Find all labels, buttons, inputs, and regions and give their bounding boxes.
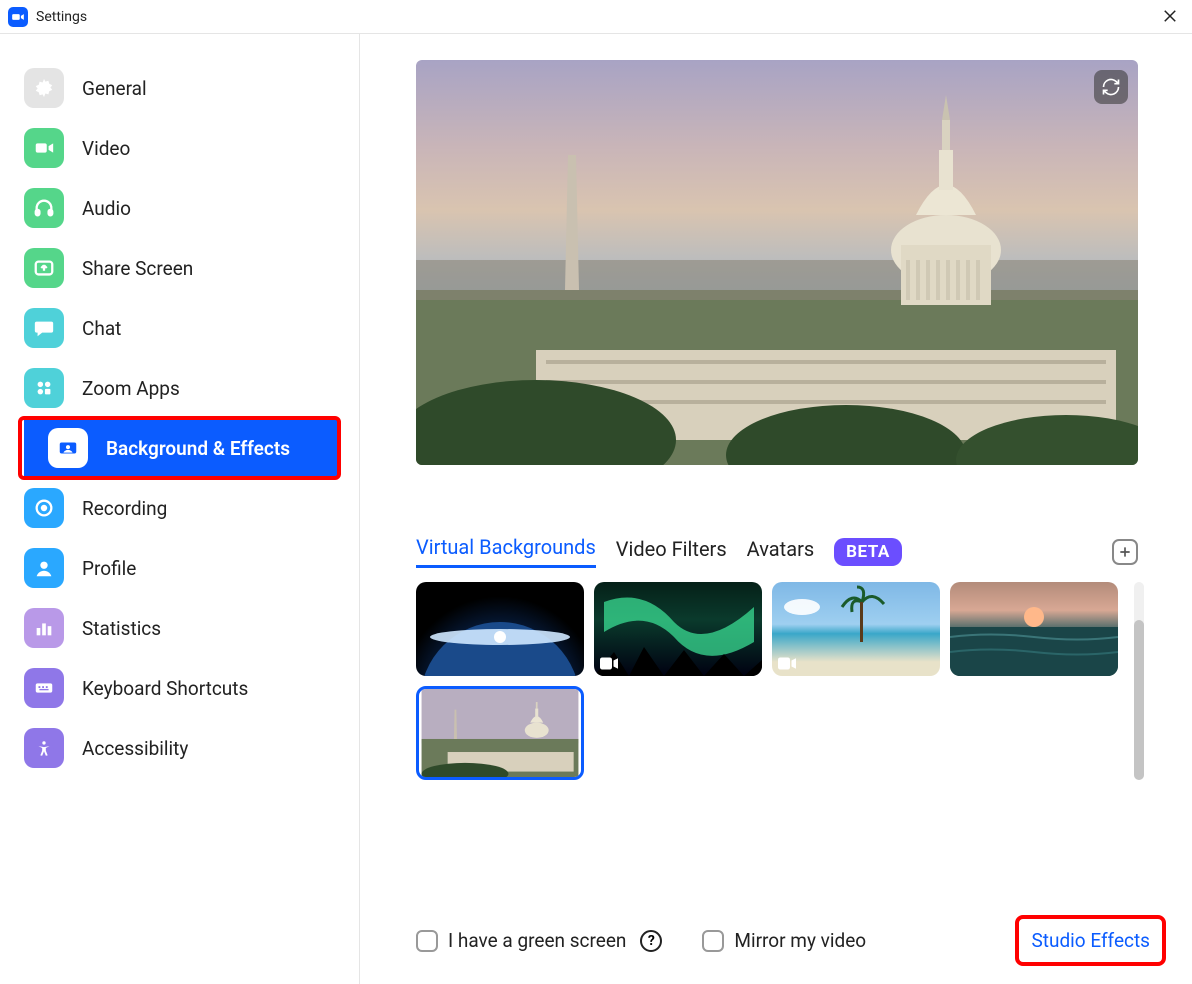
sidebar-item-label: Profile (82, 557, 136, 580)
zoom-app-icon (8, 7, 28, 27)
background-thumbnails (416, 582, 1128, 780)
video-indicator-icon (600, 657, 618, 670)
sidebar-item-statistics[interactable]: Statistics (0, 598, 359, 658)
accessibility-icon (24, 728, 64, 768)
headphones-icon (24, 188, 64, 228)
profile-icon (24, 548, 64, 588)
sidebar-item-label: Accessibility (82, 737, 188, 760)
background-thumb-aurora[interactable] (594, 582, 762, 676)
sidebar-item-label: Zoom Apps (82, 377, 180, 400)
apps-icon (24, 368, 64, 408)
sidebar-item-share-screen[interactable]: Share Screen (0, 238, 359, 298)
sidebar-item-label: Audio (82, 197, 131, 220)
green-screen-checkbox[interactable] (416, 930, 438, 952)
studio-effects-button[interactable]: Studio Effects (1019, 919, 1162, 962)
sidebar-item-label: Share Screen (82, 257, 193, 280)
recording-icon (24, 488, 64, 528)
sidebar-item-label: Video (82, 137, 130, 160)
mirror-video-checkbox[interactable] (702, 930, 724, 952)
chat-icon (24, 308, 64, 348)
share-screen-icon (24, 248, 64, 288)
sidebar-item-label: Background & Effects (106, 437, 290, 460)
close-button[interactable] (1158, 4, 1182, 28)
studio-effects-label: Studio Effects (1031, 929, 1150, 952)
video-indicator-icon (778, 657, 796, 670)
tab-video-filters[interactable]: Video Filters (616, 537, 727, 567)
sidebar-item-label: Statistics (82, 617, 161, 640)
rotate-camera-button[interactable] (1094, 70, 1128, 104)
title-bar: Settings (0, 0, 1192, 34)
scrollbar-thumb[interactable] (1134, 620, 1144, 780)
tab-virtual-backgrounds[interactable]: Virtual Backgrounds (416, 535, 596, 568)
sidebar-item-background-effects[interactable]: Background & Effects (24, 418, 339, 478)
gear-icon (24, 68, 64, 108)
thumbnails-scrollbar[interactable] (1134, 582, 1144, 780)
sidebar-item-profile[interactable]: Profile (0, 538, 359, 598)
background-thumb-beach[interactable] (772, 582, 940, 676)
sidebar-item-label: Keyboard Shortcuts (82, 677, 248, 700)
sidebar-item-zoom-apps[interactable]: Zoom Apps (0, 358, 359, 418)
settings-sidebar: General Video Audio Share Screen Chat (0, 34, 360, 984)
statistics-icon (24, 608, 64, 648)
video-icon (24, 128, 64, 168)
add-background-button[interactable] (1112, 539, 1138, 565)
tab-avatars[interactable]: Avatars (747, 537, 815, 567)
footer-controls: I have a green screen ? Mirror my video … (416, 919, 1162, 962)
background-tabs: Virtual Backgrounds Video Filters Avatar… (416, 535, 1138, 568)
mirror-video-label: Mirror my video (734, 929, 866, 952)
background-thumb-earth[interactable] (416, 582, 584, 676)
window-title: Settings (36, 9, 87, 25)
green-screen-label: I have a green screen (448, 929, 626, 952)
video-preview (416, 60, 1138, 465)
sidebar-item-audio[interactable]: Audio (0, 178, 359, 238)
sidebar-item-keyboard-shortcuts[interactable]: Keyboard Shortcuts (0, 658, 359, 718)
main-panel: Virtual Backgrounds Video Filters Avatar… (360, 34, 1192, 984)
sidebar-item-accessibility[interactable]: Accessibility (0, 718, 359, 778)
sidebar-item-chat[interactable]: Chat (0, 298, 359, 358)
sidebar-item-general[interactable]: General (0, 58, 359, 118)
sidebar-item-label: General (82, 77, 147, 100)
background-effects-icon (48, 428, 88, 468)
sidebar-item-recording[interactable]: Recording (0, 478, 359, 538)
green-screen-help-icon[interactable]: ? (640, 930, 662, 952)
sidebar-item-label: Recording (82, 497, 167, 520)
background-thumb-capitol[interactable] (416, 686, 584, 780)
background-thumb-ocean[interactable] (950, 582, 1118, 676)
sidebar-item-label: Chat (82, 317, 121, 340)
keyboard-icon (24, 668, 64, 708)
sidebar-item-video[interactable]: Video (0, 118, 359, 178)
preview-image-capitol (416, 60, 1138, 465)
beta-badge: BETA (834, 538, 902, 566)
